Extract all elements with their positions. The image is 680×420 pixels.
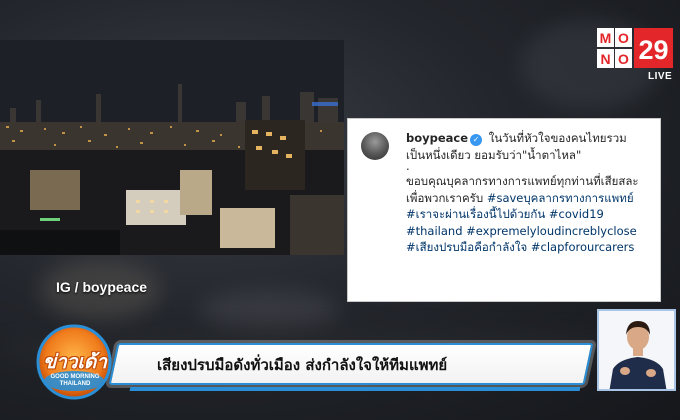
hashtag: #เราจะผ่านเรื่องนี้ไปด้วยกัน <box>406 207 546 221</box>
verified-badge-icon: ✓ <box>470 134 483 146</box>
post-line-1: ในวันที่หัวใจของคนไทยรวม <box>488 131 627 145</box>
instagram-post-card: boypeace ✓ ในวันที่หัวใจของคนไทยรวม เป็นห… <box>347 118 661 302</box>
headline-text: เสียงปรบมือดังทั่วเมือง ส่งกำลังใจให้ทีม… <box>157 356 448 374</box>
hashtag: #clapforourcarers <box>530 240 635 254</box>
sign-language-interpreter <box>597 309 676 391</box>
post-username: boypeace <box>406 131 469 145</box>
hashtag: #thailand <box>406 223 463 238</box>
show-subtitle: GOOD MORNING THAILAND <box>40 374 110 388</box>
headline-stripe <box>129 387 581 391</box>
background-blur <box>200 290 340 330</box>
avatar <box>361 132 389 160</box>
svg-text:O: O <box>618 30 629 46</box>
hashtag: #expremelyloudincreblyclose <box>466 223 637 238</box>
svg-text:M: M <box>600 30 612 46</box>
show-title: ข่าวเด้า <box>43 351 107 373</box>
hashtag: #saveบุคลากรทางการแพทย์ <box>486 190 634 205</box>
show-subtitle-line-1: GOOD MORNING <box>50 374 100 380</box>
post-dot: . <box>406 159 410 173</box>
channel-number: 29 <box>638 35 668 65</box>
live-indicator: LIVE <box>648 71 673 82</box>
svg-text:N: N <box>600 51 610 67</box>
hashtag: #เสียงปรบมือคือกำลังใจ <box>406 240 528 254</box>
post-line-2: เป็นหนึ่งเดียว ยอมรับว่า"น้ำตาไหล" <box>406 147 582 162</box>
hashtag: #covid19 <box>548 207 604 221</box>
city-night-photo <box>0 40 344 255</box>
channel-logo: M O N O 29 <box>597 28 673 68</box>
show-subtitle-line-2: THAILAND <box>59 381 91 387</box>
source-caption: IG / boypeace <box>56 279 148 295</box>
svg-text:O: O <box>618 51 629 67</box>
post-body: boypeace ✓ ในวันที่หัวใจของคนไทยรวม เป็นห… <box>406 130 656 256</box>
